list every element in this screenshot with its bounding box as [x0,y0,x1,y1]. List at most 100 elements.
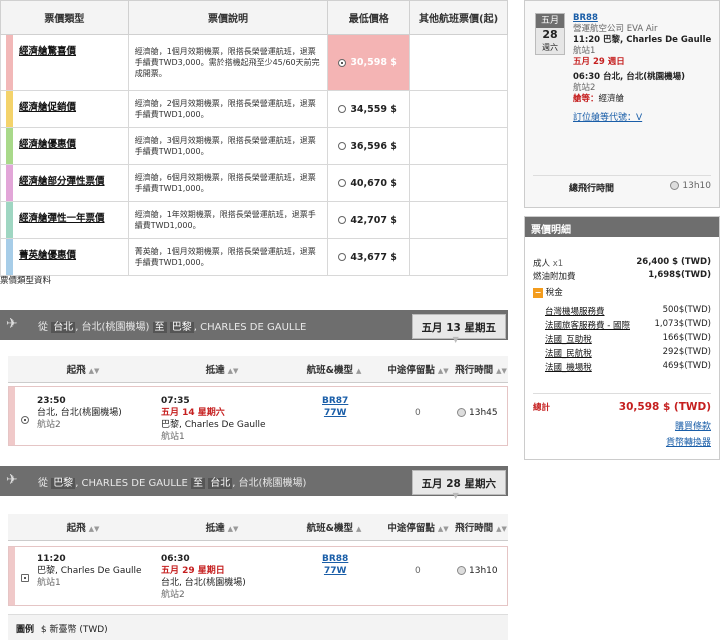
inbound-flight-table: 起飛 ▲▼ 抵達 ▲▼ 航班&機型 ▲ 中途停留點 ▲▼ 飛行時間 ▲▼ [8,514,508,541]
fare-price: 34,559 $ [350,103,397,115]
fare-price-cell[interactable]: 43,677 $ [327,238,411,276]
fare-name-cell: 經濟艙優惠價 [0,127,129,165]
fare-row[interactable]: 經濟艙部分彈性票價 經濟艙，6個月效期機票，限搭長榮營運航班，退票手續費TWD1… [0,164,508,202]
fare-price-cell[interactable]: 42,707 $ [327,201,411,239]
collapse-icon[interactable]: − [533,287,543,298]
col-duration[interactable]: 飛行時間 ▲▼ [454,514,508,541]
fare-info-label[interactable]: 票價類型資料 [0,274,51,286]
currency-converter-link[interactable]: 貨幣轉換器 [666,438,711,448]
summary-flight-link[interactable]: BR88 [573,13,711,24]
col-stops[interactable]: 中途停留點 ▲▼ [382,514,454,541]
flight-cell: BR87 77W [322,395,348,419]
col-flight[interactable]: 航班&機型 ▲ [286,356,382,383]
fare-color-bar [6,91,13,127]
fare-row[interactable]: 經濟艙彈性一年票價 經濟艙，1年效期機票，限搭長榮營運航班，退票手續費TWD1,… [0,201,508,239]
seat-class-link[interactable]: 訂位艙等代號：V [573,113,642,124]
inbound-route: 從 巴黎, CHARLES DE GAULLE 至 台北, 台北(桃園機場) [38,478,307,489]
fare-radio[interactable] [338,105,347,113]
fare-name-link[interactable]: 經濟艙彈性一年票價 [19,213,105,224]
sort-icon: ▲▼ [437,524,449,533]
fare-desc: 經濟艙，6個月效期機票，限搭長榮營運航班，退票手續費TWD1,000。 [127,164,329,202]
col-flight[interactable]: 航班&機型 ▲ [286,514,382,541]
fare-price-cell[interactable]: 40,670 $ [327,164,411,202]
fare-desc: 經濟艙，3個月效期機票，限搭長榮營運航班，退票手續費TWD1,000。 [127,127,329,165]
fare-color-bar [6,165,13,201]
chevron-down-icon: ▼ [452,335,459,344]
flight-number-link[interactable]: BR88 [322,553,348,565]
legend-text: $ 新臺幣 (TWD) [40,625,108,635]
outbound-flight-table: 起飛 ▲▼ 抵達 ▲▼ 航班&機型 ▲ 中途停留點 ▲▼ 飛行時間 ▲▼ [8,356,508,383]
legend-label: 圖例 [16,625,35,635]
fare-price: 43,677 $ [350,251,397,263]
fare-radio[interactable] [338,179,347,187]
outbound-date-tab[interactable]: 五月 13 星期五 ▼ [411,314,506,344]
fuel-row: 燃油附加費 1,698$(TWD) [533,270,711,282]
fare-row[interactable]: 菁英艙優惠價 菁英艙，1個月效期機票，限搭長榮營運航班，退票手續費TWD1,00… [0,238,508,276]
plane-icon: ✈ [6,316,18,332]
fare-name-cell: 經濟艙彈性一年票價 [0,201,129,239]
converter-link-row: 貨幣轉換器 [533,435,711,448]
inbound-header: ✈ 從 巴黎, CHARLES DE GAULLE 至 台北, 台北(桃園機場)… [0,466,508,500]
outbound-flight-row[interactable]: 23:50 台北, 台北(桃園機場) 航站2 07:35 五月 14 星期六 巴… [8,386,508,446]
fare-row[interactable]: 經濟艙優惠價 經濟艙，3個月效期機票，限搭長榮營運航班，退票手續費TWD1,00… [0,127,508,165]
aircraft-link[interactable]: 77W [322,565,348,577]
fare-row[interactable]: 經濟艙驚喜價 經濟艙，1個月效期機票，限搭長榮營運航班，退票手續費TWD3,00… [0,34,508,91]
summary-details: BR88 營運航空公司 EVA Air 11:20 巴黎, Charles De… [573,13,712,124]
inbound-date-tab[interactable]: 五月 28 星期六 ▼ [411,470,506,500]
tax-row: 法國旅客服務費 - 國際 1,073$(TWD) [545,319,711,331]
fare-radio[interactable] [338,142,347,150]
fare-price: 36,596 $ [350,140,397,152]
other-price-cell [409,34,508,91]
price-detail-title: 票價明細 [525,217,719,237]
flight-number-link[interactable]: BR87 [322,395,348,407]
duration-cell: 13h45 [457,407,498,419]
fare-color-bar [6,35,13,90]
fare-desc: 菁英艙，1個月效期機票，限搭長榮營運航班，退票手續費TWD1,000。 [127,238,329,276]
fare-name-link[interactable]: 菁英艙優惠價 [19,250,76,261]
fare-price-cell[interactable]: 30,598 $ [327,34,411,91]
sort-icon: ▲▼ [437,366,449,375]
col-depart[interactable]: 起飛 ▲▼ [8,514,158,541]
legend: 圖例 $ 新臺幣 (TWD) [8,614,508,640]
fare-name-cell: 經濟艙促銷價 [0,90,129,128]
arrive-cell: 06:30 五月 29 星期日 台北, 台北(桃園機場) 航站2 [161,554,246,600]
tax-header[interactable]: − 稅金 [533,286,711,299]
col-duration[interactable]: 飛行時間 ▲▼ [454,356,508,383]
fare-desc: 經濟艙，1年效期機票，限搭長榮營運航班，退票手續費TWD1,000。 [127,201,329,239]
col-lowest-price: 最低價格 [327,0,411,35]
chevron-down-icon: ▼ [452,491,459,500]
col-arrive[interactable]: 抵達 ▲▼ [158,356,286,383]
flight-radio[interactable] [21,573,29,582]
fare-name-link[interactable]: 經濟艙促銷價 [19,102,76,113]
tax-row: 法國_民航稅 292$(TWD) [545,347,711,359]
fare-radio[interactable] [338,58,347,67]
inbound-flight-row[interactable]: 11:20 巴黎, Charles De Gaulle 航站1 06:30 五月… [8,546,508,606]
fare-radio[interactable] [338,253,347,261]
terms-link[interactable]: 購買條款 [675,422,711,432]
col-depart[interactable]: 起飛 ▲▼ [8,356,158,383]
fare-name-link[interactable]: 經濟艙優惠價 [19,139,76,150]
fare-row[interactable]: 經濟艙促銷價 經濟艙，2個月效期機票，限搭長榮營運航班，退票手續費TWD1,00… [0,90,508,128]
fare-radio[interactable] [338,216,347,224]
sort-icon: ▲ [355,366,362,375]
flight-radio[interactable] [21,415,29,424]
clock-icon [457,566,466,575]
outbound-route: 從 台北, 台北(桃園機場) 至 巴黎, CHARLES DE GAULLE [38,322,307,333]
fare-price-cell[interactable]: 34,559 $ [327,90,411,128]
col-fare-desc: 票價說明 [127,0,329,35]
tax-row: 法國_機場稅 469$(TWD) [545,361,711,373]
col-other-price: 其他航班票價(起) [409,0,508,35]
fare-name-link[interactable]: 經濟艙驚喜價 [19,46,76,57]
aircraft-link[interactable]: 77W [322,407,348,419]
sort-icon: ▲▼ [227,524,239,533]
fare-name-cell: 菁英艙優惠價 [0,238,129,276]
row-color-bar [9,547,15,605]
col-arrive[interactable]: 抵達 ▲▼ [158,514,286,541]
col-stops[interactable]: 中途停留點 ▲▼ [382,356,454,383]
fare-price-cell[interactable]: 36,596 $ [327,127,411,165]
fare-type-table: 票價類型 票價說明 最低價格 其他航班票價(起) 經濟艙驚喜價 經濟艙，1個月效… [0,0,508,276]
fare-name-link[interactable]: 經濟艙部分彈性票價 [19,176,105,187]
adult-fare-row: 成人 x1 26,400 $ (TWD) [533,257,711,269]
tax-row: 台灣機場服務費 500$(TWD) [545,305,711,317]
sort-icon: ▲▼ [227,366,239,375]
